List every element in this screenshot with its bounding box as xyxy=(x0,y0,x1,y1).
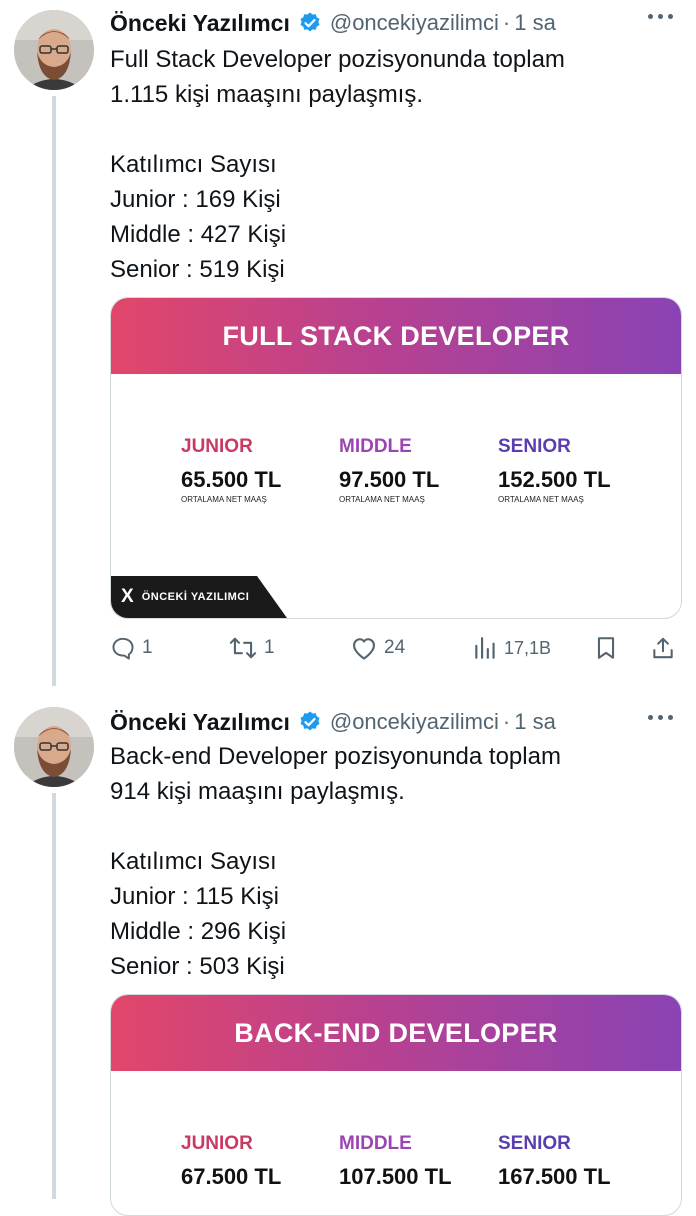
author-name[interactable]: Önceki Yazılımcı xyxy=(110,10,290,37)
tweet-text-line: Katılımcı Sayısı xyxy=(110,151,277,178)
tweet-time[interactable]: 1 sa xyxy=(514,10,556,36)
author-name[interactable]: Önceki Yazılımcı xyxy=(110,709,290,736)
media-card[interactable]: FULL STACK DEVELOPER JUNIOR 65.500 TL OR… xyxy=(110,297,682,619)
tweet-text-line: Back-end Developer pozisyonunda toplam xyxy=(110,743,561,770)
tweet-text-line: 914 kişi maaşını paylaşmış. xyxy=(110,778,405,805)
like-count: 24 xyxy=(384,637,406,658)
tweet-text-line: Junior : 115 Kişi xyxy=(110,883,279,910)
view-count: 17,1B xyxy=(504,637,552,658)
tweet-text-line: Middle : 296 Kişi xyxy=(110,918,287,945)
tweet-text-line: 1.115 kişi maaşını paylaşmış. xyxy=(110,81,424,108)
avatar-photo-icon xyxy=(14,707,94,787)
share-icon xyxy=(653,637,673,659)
reply-icon xyxy=(112,637,134,660)
avatar-photo-icon xyxy=(14,10,94,90)
tweet-text-line: Full Stack Developer pozisyonunda toplam xyxy=(110,46,565,73)
tweet-text-line: Katılımcı Sayısı xyxy=(110,848,277,875)
level-label: JUNIOR xyxy=(181,436,253,457)
card-header: FULL STACK DEVELOPER xyxy=(111,298,681,374)
watermark-text: ÖNCEKİ YAZILIMCI xyxy=(141,591,250,603)
heart-icon xyxy=(353,638,375,660)
more-options-icon[interactable] xyxy=(648,14,678,24)
tweet-time[interactable]: 1 sa xyxy=(514,709,556,735)
reply-count: 1 xyxy=(142,637,153,658)
watermark-badge: X ÖNCEKİ YAZILIMCI xyxy=(111,576,287,618)
tweet-header: Önceki Yazılımcı @oncekiyazilimci · 1 sa xyxy=(110,3,556,43)
level-salary: 152.500 TL xyxy=(498,467,611,492)
level-senior: SENIOR 152.500 TL ORTALAMA NET MAAŞ xyxy=(498,436,611,504)
tweet-header: Önceki Yazılımcı @oncekiyazilimci · 1 sa xyxy=(110,702,556,742)
card-title: BACK-END DEVELOPER xyxy=(234,1017,558,1048)
repost-icon xyxy=(229,637,257,659)
author-handle[interactable]: @oncekiyazilimci xyxy=(330,10,499,36)
author-avatar[interactable] xyxy=(14,707,94,787)
level-label: MIDDLE xyxy=(339,1133,412,1154)
tweet-text-line: Junior : 169 Kişi xyxy=(110,186,281,213)
level-salary: 107.500 TL xyxy=(339,1164,452,1189)
level-label: SENIOR xyxy=(498,436,571,457)
level-label: SENIOR xyxy=(498,1133,571,1154)
level-middle: MIDDLE 107.500 TL xyxy=(339,1133,452,1190)
author-handle[interactable]: @oncekiyazilimci xyxy=(330,709,499,735)
level-caption: ORTALAMA NET MAAŞ xyxy=(339,495,425,504)
share-button[interactable] xyxy=(650,630,676,666)
author-avatar[interactable] xyxy=(14,10,94,90)
level-salary: 167.500 TL xyxy=(498,1164,611,1189)
tweet-text-line: Senior : 503 Kişi xyxy=(110,953,285,980)
separator-dot: · xyxy=(502,709,511,734)
tweet-2[interactable]: Önceki Yazılımcı @oncekiyazilimci · 1 sa… xyxy=(0,697,696,1216)
views-chart-icon xyxy=(475,637,495,659)
tweet-text-line: Senior : 519 Kişi xyxy=(110,256,285,283)
tweet-text: Full Stack Developer pozisyonunda toplam… xyxy=(110,42,565,287)
level-salary: 97.500 TL xyxy=(339,467,440,492)
level-salary: 67.500 TL xyxy=(181,1164,282,1189)
repost-count: 1 xyxy=(264,637,275,658)
x-logo-icon: X xyxy=(121,586,134,607)
repost-button[interactable]: 1 xyxy=(228,630,275,666)
reply-button[interactable]: 1 xyxy=(110,630,153,666)
bookmark-icon xyxy=(597,637,615,659)
level-caption: ORTALAMA NET MAAŞ xyxy=(181,495,267,504)
thread-line xyxy=(52,793,56,1199)
separator-dot: · xyxy=(502,10,511,35)
tweet-text: Back-end Developer pozisyonunda toplam 9… xyxy=(110,739,561,984)
tweet-actions: 1 1 24 17,1B xyxy=(110,630,690,666)
level-junior: JUNIOR 65.500 TL ORTALAMA NET MAAŞ xyxy=(181,436,281,504)
tweet-text-line xyxy=(110,112,565,147)
media-card[interactable]: BACK-END DEVELOPER JUNIOR 67.500 TL MIDD… xyxy=(110,994,682,1216)
views-button[interactable]: 17,1B xyxy=(472,630,551,666)
thread-line xyxy=(52,96,56,686)
level-caption: ORTALAMA NET MAAŞ xyxy=(498,495,584,504)
level-salary: 65.500 TL xyxy=(181,467,282,492)
tweet-text-line xyxy=(110,809,561,844)
level-label: MIDDLE xyxy=(339,436,412,457)
like-button[interactable]: 24 xyxy=(350,630,405,666)
tweet-1[interactable]: Önceki Yazılımcı @oncekiyazilimci · 1 sa… xyxy=(0,0,696,690)
more-options-icon[interactable] xyxy=(648,715,678,725)
card-header: BACK-END DEVELOPER xyxy=(111,995,681,1071)
verified-badge-icon xyxy=(300,12,320,32)
bookmark-button[interactable] xyxy=(594,630,618,666)
level-label: JUNIOR xyxy=(181,1133,253,1154)
card-title: FULL STACK DEVELOPER xyxy=(222,320,570,351)
level-junior: JUNIOR 67.500 TL xyxy=(181,1133,281,1190)
level-senior: SENIOR 167.500 TL xyxy=(498,1133,611,1190)
verified-badge-icon xyxy=(300,711,320,731)
level-middle: MIDDLE 97.500 TL ORTALAMA NET MAAŞ xyxy=(339,436,439,504)
tweet-text-line: Middle : 427 Kişi xyxy=(110,221,287,248)
